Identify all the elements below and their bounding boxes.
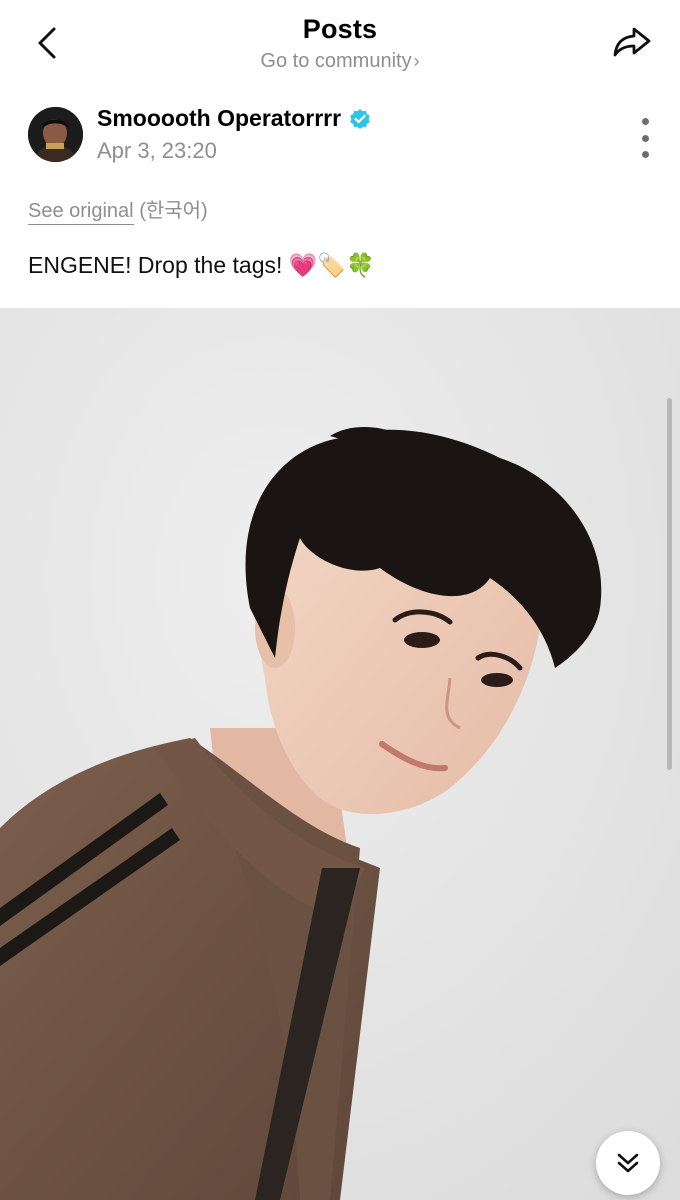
vertical-dots-icon bbox=[641, 118, 649, 125]
see-original-link[interactable]: See original bbox=[28, 200, 134, 225]
share-button[interactable] bbox=[610, 22, 654, 62]
scroll-down-button[interactable] bbox=[596, 1131, 660, 1195]
verified-badge-icon bbox=[350, 108, 370, 129]
post-date: Apr 3, 23:20 bbox=[97, 138, 217, 163]
author-name[interactable]: Smooooth Operatorrrr bbox=[97, 105, 371, 132]
share-arrow-icon bbox=[613, 27, 651, 57]
photo-image bbox=[0, 308, 680, 1200]
page-title: Posts bbox=[302, 14, 378, 44]
avatar[interactable] bbox=[28, 107, 83, 162]
avatar-image bbox=[28, 107, 83, 162]
original-language-label: (한국어) bbox=[139, 200, 208, 222]
post-photo[interactable] bbox=[0, 308, 680, 1200]
post-header: Smooooth Operatorrrr Apr 3, 23:20 See or… bbox=[0, 86, 680, 308]
more-options-button[interactable] bbox=[634, 118, 656, 158]
dot bbox=[641, 134, 649, 142]
chevron-right-icon: › bbox=[413, 51, 420, 71]
translation-row: See original (한국어) bbox=[28, 194, 208, 225]
community-link-label: Go to community bbox=[260, 50, 412, 72]
double-chevron-down-icon bbox=[617, 1153, 639, 1173]
author-name-text: Smooooth Operatorrrr bbox=[97, 105, 342, 131]
go-to-community-link[interactable]: Go to community › bbox=[0, 50, 680, 73]
dot bbox=[641, 151, 649, 158]
scrollbar[interactable] bbox=[667, 398, 672, 770]
post-body-text: ENGENE! Drop the tags! 💗🏷️🍀 bbox=[28, 252, 375, 278]
top-nav-bar: Posts Go to community › bbox=[0, 0, 680, 86]
